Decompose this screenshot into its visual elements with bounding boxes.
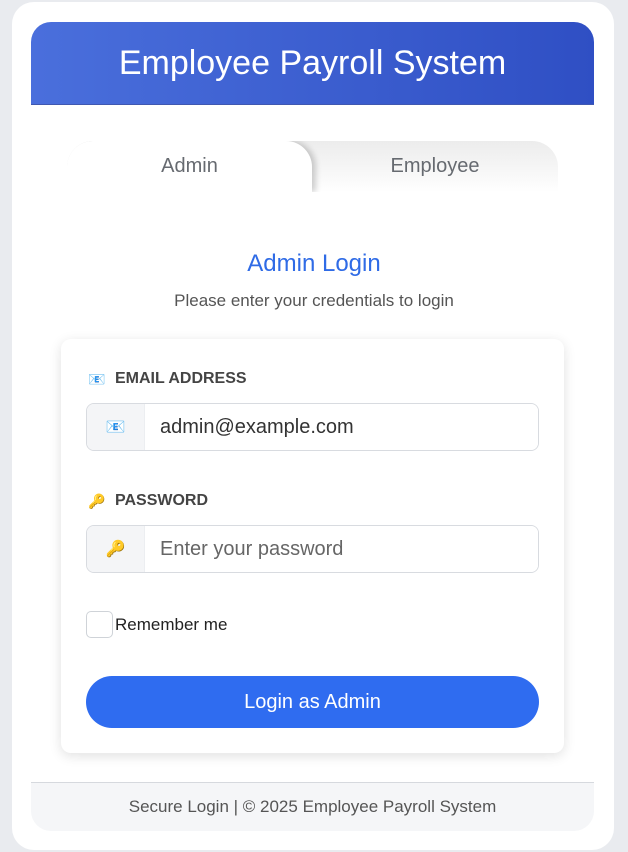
key-icon: 🔑 <box>87 526 145 572</box>
login-button[interactable]: Login as Admin <box>86 676 539 728</box>
password-input-group: 🔑 <box>86 525 539 573</box>
password-label: 🔑 PASSWORD <box>88 492 208 510</box>
email-icon: 📧 <box>87 404 145 450</box>
remember-checkbox[interactable] <box>86 611 113 638</box>
footer-text: Secure Login | © 2025 Employee Payroll S… <box>128 797 497 816</box>
role-tabs: Admin Employee <box>67 141 558 192</box>
login-form-card: 📧 EMAIL ADDRESS 📧 🔑 PASSWORD 🔑 Remember … <box>61 339 564 753</box>
password-label-text: PASSWORD <box>115 492 209 509</box>
tab-admin[interactable]: Admin <box>67 141 312 192</box>
remember-label[interactable]: Remember me <box>115 615 227 635</box>
footer: Secure Login | © 2025 Employee Payroll S… <box>31 782 594 831</box>
app-header: Employee Payroll System <box>31 22 594 105</box>
remember-me: Remember me <box>86 611 227 638</box>
email-label: 📧 EMAIL ADDRESS <box>88 370 247 388</box>
login-subtitle: Please enter your credentials to login <box>174 291 454 310</box>
login-title: Admin Login <box>247 250 381 277</box>
email-label-text: EMAIL ADDRESS <box>115 370 247 387</box>
email-field[interactable] <box>145 404 538 450</box>
tab-employee[interactable]: Employee <box>312 141 558 192</box>
email-input-group: 📧 <box>86 403 539 451</box>
app-title: Employee Payroll System <box>118 43 507 82</box>
key-icon: 🔑 <box>88 492 106 509</box>
password-field[interactable] <box>145 526 538 572</box>
email-icon: 📧 <box>88 370 106 387</box>
